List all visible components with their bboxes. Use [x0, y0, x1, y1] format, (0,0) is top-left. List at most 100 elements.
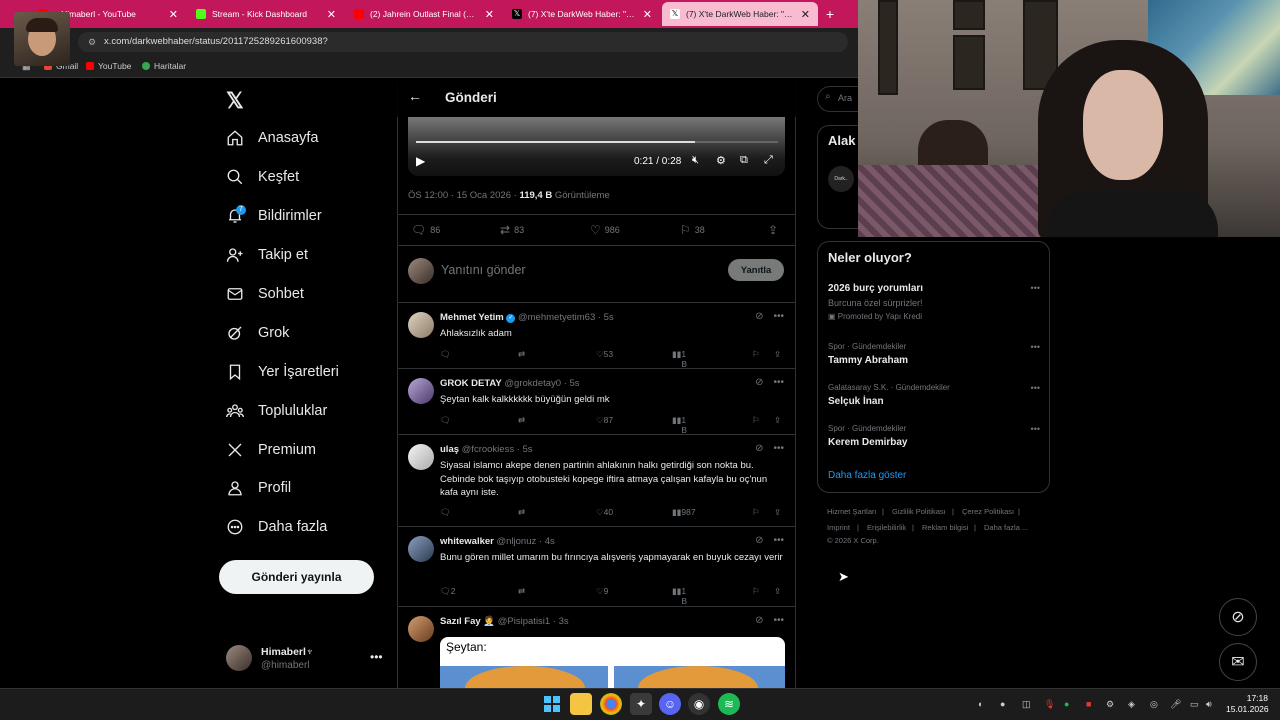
more-icon[interactable]: ••• — [773, 615, 784, 626]
grok-icon[interactable]: ⊘ — [755, 615, 763, 626]
heart-icon[interactable]: ♡ 53 — [596, 349, 613, 360]
trend-item[interactable]: Spor · Gündemdekiler Tammy Abraham ••• — [828, 342, 1040, 366]
chrome-icon[interactable] — [600, 693, 622, 715]
more-icon[interactable]: ••• — [370, 650, 383, 664]
tray-icon[interactable]: ■ — [1086, 699, 1091, 709]
nav-more[interactable]: Daha fazla — [226, 514, 327, 540]
views-icon[interactable]: ▮▮ 1 B — [672, 586, 687, 606]
share-icon[interactable]: ⇪ — [774, 415, 781, 426]
x-logo-icon[interactable]: 𝕏 — [226, 88, 246, 113]
close-icon[interactable]: ✕ — [801, 8, 810, 21]
nav-explore[interactable]: Keşfet — [226, 164, 299, 190]
more-icon[interactable]: ••• — [1031, 424, 1040, 434]
share-icon[interactable]: ⇪ — [768, 223, 778, 237]
footer-link-accessibility[interactable]: Erişilebilirlik — [867, 523, 906, 532]
reply-icon[interactable]: 🗨︎ — [440, 507, 451, 518]
footer-link-cookies[interactable]: Çerez Politikası — [962, 507, 1014, 516]
bookmark-icon[interactable]: ⚐ — [752, 586, 760, 597]
share-icon[interactable]: ⇪ — [774, 586, 781, 597]
reply-stat[interactable]: 🗨︎ 86 — [411, 223, 440, 237]
back-arrow-icon[interactable]: ← — [408, 88, 422, 104]
list-item[interactable]: whitewalker @nljonuz · 4s ⊘ ••• Bunu göre… — [397, 527, 796, 607]
microphone-icon[interactable]: 🎙︎ — [1044, 699, 1055, 710]
show-more-link[interactable]: Daha fazla göster — [828, 470, 906, 481]
network-icon[interactable]: ▭ — [1190, 699, 1199, 710]
repost-icon[interactable]: ⇄ — [518, 415, 525, 426]
views-icon[interactable]: ▮▮ 1 B — [672, 349, 687, 369]
footer-link-terms[interactable]: Hizmet Şartları — [827, 507, 877, 516]
nav-grok[interactable]: Grok — [226, 320, 289, 346]
more-icon[interactable]: ••• — [773, 443, 784, 454]
more-icon[interactable]: ••• — [1031, 342, 1040, 352]
views-icon[interactable]: ▮▮ 987 — [672, 507, 696, 518]
more-icon[interactable]: ••• — [773, 377, 784, 388]
share-icon[interactable]: ⇪ — [774, 349, 781, 360]
microphone-icon[interactable]: 🎤︎ — [1170, 699, 1181, 710]
close-icon[interactable]: ✕ — [485, 8, 494, 21]
reply-icon[interactable]: 🗨︎ — [440, 349, 451, 360]
avatar[interactable] — [408, 536, 434, 562]
picture-in-picture-icon[interactable]: ⧉ — [740, 154, 748, 167]
nav-bookmarks[interactable]: Yer İşaretleri — [226, 359, 339, 385]
avatar[interactable] — [408, 312, 434, 338]
play-icon[interactable]: ▶ — [416, 154, 425, 168]
list-item[interactable]: Mehmet Yetim ✓ @mehmetyetim63 · 5s ⊘ ••• … — [397, 303, 796, 369]
messages-button[interactable]: ✉ — [1219, 643, 1257, 681]
trend-item[interactable]: 2026 burç yorumları Burcuna özel sürpriz… — [828, 283, 1040, 321]
trend-item[interactable]: Galatasaray S.K. · Gündemdekiler Selçuk … — [828, 383, 1040, 407]
tray-icon[interactable]: ◎ — [1150, 699, 1158, 710]
footer-link-privacy[interactable]: Gizlilik Politikası — [892, 507, 946, 516]
repost-stat[interactable]: ⇄ 83 — [500, 223, 524, 237]
file-explorer-icon[interactable] — [570, 693, 592, 715]
bookmark-icon[interactable]: ⚐ — [752, 349, 760, 360]
reply-icon[interactable]: 🗨︎ 2 — [440, 586, 456, 597]
bookmark-maps[interactable]: Haritalar — [142, 61, 186, 71]
spotify-icon[interactable]: ● — [1064, 699, 1069, 709]
tab-youtube-2[interactable]: (2) Jahrein Outlast Final (Oyunu ✕ — [346, 2, 502, 26]
new-tab-button[interactable]: + — [820, 4, 840, 24]
grok-icon[interactable]: ⊘ — [755, 535, 763, 546]
tray-icon[interactable]: ● — [1000, 699, 1005, 709]
avatar[interactable] — [408, 378, 434, 404]
heart-icon[interactable]: ♡ 40 — [596, 507, 613, 518]
nav-premium[interactable]: Premium — [226, 437, 316, 463]
video-player[interactable] — [408, 117, 785, 176]
steam-icon[interactable]: ⚙ — [1106, 699, 1114, 710]
app-icon[interactable]: ✦ — [630, 693, 652, 715]
tray-icon[interactable]: ◫ — [1022, 699, 1031, 710]
share-icon[interactable]: ⇪ — [774, 507, 781, 518]
more-icon[interactable]: ••• — [773, 535, 784, 546]
reply-icon[interactable]: 🗨︎ — [440, 415, 451, 426]
reply-button[interactable]: Yanıtla — [728, 259, 784, 281]
tab-kick[interactable]: Stream - Kick Dashboard ✕ — [188, 2, 344, 26]
volume-icon[interactable]: 🔊︎ — [1206, 699, 1212, 710]
grok-icon[interactable]: ⊘ — [755, 443, 763, 454]
post-button[interactable]: Gönderi yayınla — [219, 560, 374, 594]
settings-icon[interactable]: ⚙ — [716, 154, 726, 167]
like-stat[interactable]: ♡ 986 — [590, 223, 620, 237]
grok-button[interactable]: ⊘ — [1219, 598, 1257, 636]
avatar[interactable] — [408, 616, 434, 642]
footer-link-imprint[interactable]: Imprint — [827, 523, 850, 532]
list-item[interactable]: GROK DETAY @grokdetay0 · 5s ⊘ ••• Şeytan … — [397, 369, 796, 435]
spotify-icon[interactable]: ≋ — [718, 693, 740, 715]
grok-icon[interactable]: ⊘ — [755, 311, 763, 322]
avatar[interactable]: Dark.. — [828, 166, 854, 192]
more-icon[interactable]: ••• — [773, 311, 784, 322]
nav-chat[interactable]: Sohbet — [226, 281, 304, 307]
tray-icon[interactable]: ◈ — [1128, 699, 1135, 710]
tab-x-1[interactable]: 𝕏 (7) X'te DarkWeb Haber: "Eskişe ✕ — [504, 2, 660, 26]
start-icon[interactable] — [541, 693, 563, 715]
trend-item[interactable]: Spor · Gündemdekiler Kerem Demirbay ••• — [828, 424, 1040, 448]
discord-icon[interactable]: ☺ — [659, 693, 681, 715]
system-clock[interactable]: 17:18 15.01.2026 — [1226, 693, 1269, 715]
list-item[interactable]: ulaş @fcrookiess · 5s ⊘ ••• Siyasal islam… — [397, 435, 796, 527]
views-icon[interactable]: ▮▮ 1 B — [672, 415, 687, 435]
nav-communities[interactable]: Topluluklar — [226, 398, 327, 424]
tab-x-2-active[interactable]: 𝕏 (7) X'te DarkWeb Haber: "Eskişe ✕ — [662, 2, 818, 26]
nav-follow[interactable]: Takip et — [226, 242, 308, 268]
heart-icon[interactable]: ♡ 87 — [596, 415, 613, 426]
close-icon[interactable]: ✕ — [169, 8, 178, 21]
repost-icon[interactable]: ⇄ — [518, 586, 525, 597]
more-icon[interactable]: ••• — [1031, 283, 1040, 293]
